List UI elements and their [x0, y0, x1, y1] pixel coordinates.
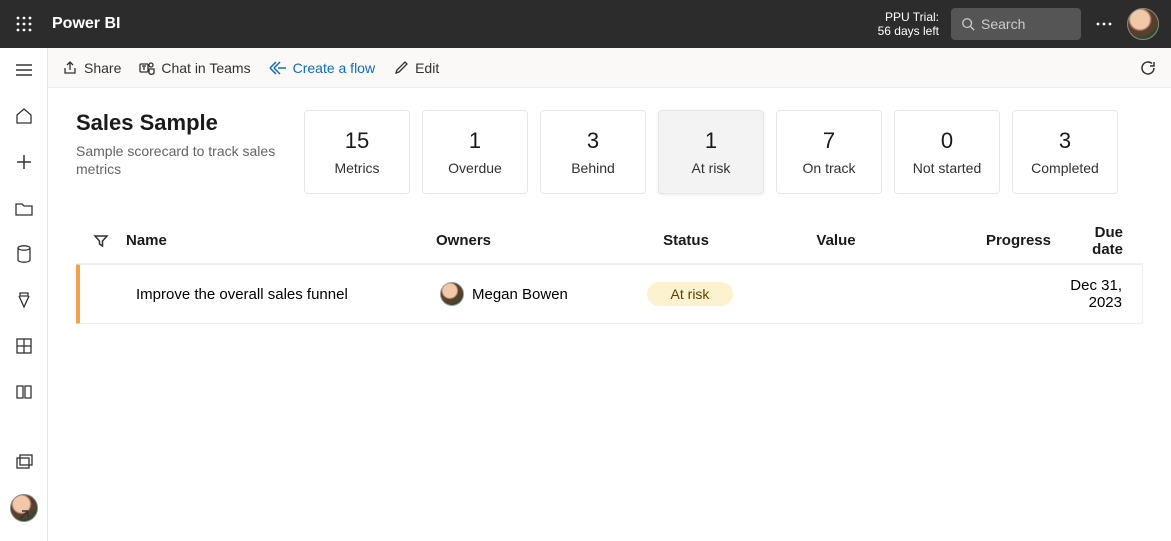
user-avatar[interactable]	[1127, 8, 1159, 40]
summary-card-overdue[interactable]: 1 Overdue	[422, 110, 528, 194]
col-header-owners[interactable]: Owners	[436, 232, 611, 249]
workspaces-icon[interactable]	[8, 446, 40, 478]
col-header-progress[interactable]: Progress	[911, 232, 1061, 249]
status-pill: At risk	[647, 282, 734, 306]
summary-card-behind[interactable]: 3 Behind	[540, 110, 646, 194]
col-header-status[interactable]: Status	[611, 232, 761, 249]
summary-cards: 15 Metrics 1 Overdue 3 Behind 1 At risk 7 On trac…	[304, 110, 1118, 194]
content-area: Sales Sample Sample scorecard to track s…	[48, 88, 1171, 541]
row-owner: Megan Bowen	[440, 282, 615, 306]
summary-card-metrics[interactable]: 15 Metrics	[304, 110, 410, 194]
card-value: 1	[469, 128, 481, 154]
main-area: Share Chat in Teams Create a flow Edit	[48, 48, 1171, 541]
row-due-date: Dec 31, 2023	[1065, 277, 1142, 311]
app-launcher-icon[interactable]	[8, 8, 40, 40]
card-value: 15	[345, 128, 369, 154]
card-label: Not started	[913, 160, 981, 176]
owner-avatar	[440, 282, 464, 306]
learn-icon[interactable]	[8, 376, 40, 408]
browse-icon[interactable]	[8, 192, 40, 224]
expand-rail-icon[interactable]	[8, 499, 40, 531]
top-bar: Power BI PPU Trial: 56 days left	[0, 0, 1171, 48]
row-name: Improve the overall sales funnel	[130, 286, 440, 303]
share-button[interactable]: Share	[62, 60, 121, 76]
edit-label: Edit	[415, 60, 439, 76]
summary-card-at-risk[interactable]: 1 At risk	[658, 110, 764, 194]
nav-toggle-icon[interactable]	[8, 54, 40, 86]
metrics-table: Name Owners Status Value Progress Due da…	[76, 218, 1143, 324]
teams-icon	[139, 60, 155, 76]
col-header-value[interactable]: Value	[761, 232, 911, 249]
flow-icon	[269, 61, 287, 75]
search-box[interactable]	[951, 8, 1081, 40]
filter-icon[interactable]	[93, 233, 109, 249]
card-value: 3	[1059, 128, 1071, 154]
card-value: 0	[941, 128, 953, 154]
card-label: Behind	[571, 160, 615, 176]
summary-card-not-started[interactable]: 0 Not started	[894, 110, 1000, 194]
create-icon[interactable]	[8, 146, 40, 178]
chat-teams-button[interactable]: Chat in Teams	[139, 60, 250, 76]
card-label: At risk	[692, 160, 731, 176]
card-label: Metrics	[334, 160, 379, 176]
summary-card-on-track[interactable]: 7 On track	[776, 110, 882, 194]
edit-button[interactable]: Edit	[393, 60, 439, 76]
card-label: Overdue	[448, 160, 502, 176]
share-label: Share	[84, 60, 121, 76]
share-icon	[62, 60, 78, 76]
metrics-icon[interactable]	[8, 284, 40, 316]
card-value: 7	[823, 128, 835, 154]
page-subtitle: Sample scorecard to track sales metrics	[76, 142, 286, 178]
app-title: Power BI	[52, 15, 120, 33]
summary-card-completed[interactable]: 3 Completed	[1012, 110, 1118, 194]
chat-teams-label: Chat in Teams	[161, 60, 250, 76]
home-icon[interactable]	[8, 100, 40, 132]
col-header-name[interactable]: Name	[126, 232, 436, 249]
refresh-icon[interactable]	[1139, 59, 1157, 77]
trial-line1: PPU Trial:	[878, 10, 939, 24]
trial-line2: 56 days left	[878, 24, 939, 38]
card-value: 3	[587, 128, 599, 154]
page-title: Sales Sample	[76, 110, 286, 136]
owner-name: Megan Bowen	[472, 286, 568, 303]
table-header: Name Owners Status Value Progress Due da…	[76, 218, 1143, 264]
row-status: At risk	[615, 282, 765, 306]
card-value: 1	[705, 128, 717, 154]
table-row[interactable]: Improve the overall sales funnel Megan Bo…	[76, 264, 1143, 324]
create-flow-label: Create a flow	[293, 60, 375, 76]
col-header-due[interactable]: Due date	[1061, 224, 1143, 258]
card-label: On track	[803, 160, 856, 176]
edit-icon	[393, 60, 409, 76]
left-nav-rail	[0, 48, 48, 541]
search-input[interactable]	[981, 16, 1061, 32]
apps-icon[interactable]	[8, 330, 40, 362]
trial-status[interactable]: PPU Trial: 56 days left	[878, 10, 939, 38]
card-label: Completed	[1031, 160, 1099, 176]
data-hub-icon[interactable]	[8, 238, 40, 270]
command-bar: Share Chat in Teams Create a flow Edit	[48, 48, 1171, 88]
search-icon	[961, 17, 975, 31]
create-flow-button[interactable]: Create a flow	[269, 60, 375, 76]
more-options-icon[interactable]	[1095, 15, 1113, 33]
